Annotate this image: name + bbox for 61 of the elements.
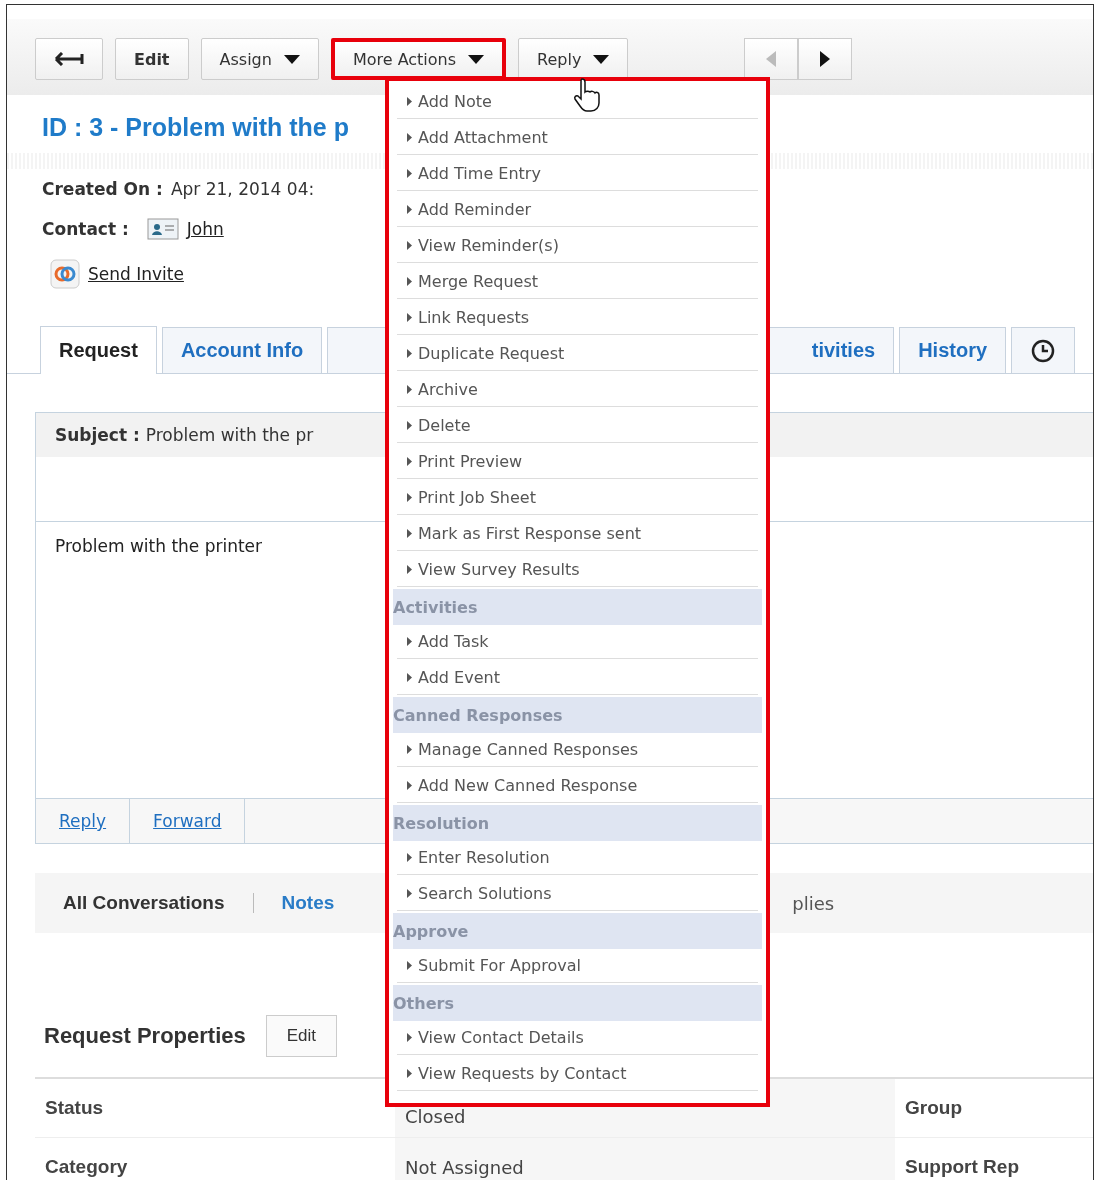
triangle-icon [407,133,412,142]
clock-icon [1030,337,1057,364]
next-button[interactable] [798,38,853,80]
menu-section-header: Activities [393,589,762,625]
tab[interactable]: Account Info [161,327,323,373]
triangle-icon [407,889,412,898]
send-invite-link[interactable]: Send Invite [88,264,184,284]
triangle-icon [407,781,412,790]
triangle-icon [407,853,412,862]
message-body: Problem with the printer [55,536,263,556]
tab[interactable]: Request [40,326,157,374]
property-value: Not Assigned [395,1138,895,1180]
invite-icon [50,259,80,289]
toolbar-button[interactable]: Edit [115,38,189,80]
reply-link[interactable]: Forward [130,799,246,843]
edit-button[interactable]: Edit [265,1015,338,1057]
back-button[interactable] [35,38,103,80]
menu-section-header: Resolution [393,805,762,841]
toolbar-button[interactable]: Reply [518,38,629,80]
triangle-icon [407,277,412,286]
conversation-tab[interactable]: All Conversations [63,892,225,914]
menu-section-header: Canned Responses [393,697,762,733]
reply-link[interactable]: Reply [36,799,131,843]
conversation-tab[interactable]: Notes [281,892,335,914]
triangle-icon [407,745,412,754]
triangle-icon [407,241,412,250]
menu-section-header: Approve [393,913,762,949]
request-title: ID : 3 - Problem with the p [42,113,349,143]
triangle-icon [407,169,412,178]
tab[interactable]: History [899,327,1007,373]
subject-label: Subject : [55,425,140,445]
triangle-icon [407,385,412,394]
menu-section-header: Others [393,985,762,1021]
right-triangle-icon [820,51,831,67]
section-title: Request Properties [44,1023,246,1049]
field-value: Apr 21, 2014 04: [170,179,315,199]
contact-card-icon [146,218,179,240]
triangle-icon [407,673,412,682]
triangle-icon [407,961,412,970]
field-label: Created On : [42,179,163,199]
left-triangle-icon [766,51,777,67]
triangle-icon [407,421,412,430]
triangle-icon [407,205,412,214]
triangle-icon [407,97,412,106]
tab[interactable] [1011,327,1076,373]
triangle-icon [407,529,412,538]
toolbar-button[interactable]: Assign [200,38,319,80]
triangle-icon [407,457,412,466]
field-label: Contact : [42,219,129,239]
triangle-icon [407,349,412,358]
triangle-icon [407,565,412,574]
subject-value: Problem with the pr [145,425,314,445]
toolbar-button[interactable]: More Actions [330,38,507,80]
triangle-icon [407,1069,412,1078]
contact-link[interactable]: John [186,219,224,239]
triangle-icon [407,313,412,322]
conversation-tab[interactable]: plies [792,892,835,914]
triangle-icon [407,493,412,502]
back-arrow-icon [54,52,84,66]
triangle-icon [407,637,412,646]
triangle-icon [407,1033,412,1042]
